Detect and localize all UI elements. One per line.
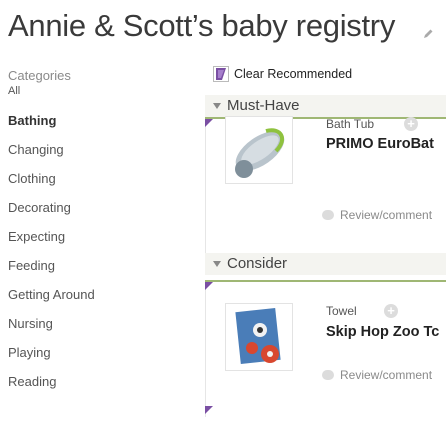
page-title: Annie & Scott’s baby registry	[8, 8, 396, 43]
towel-image	[235, 308, 281, 364]
clear-recommended-button[interactable]: Clear Recommended	[213, 66, 352, 82]
category-item[interactable]: Bathing	[8, 109, 95, 138]
category-item[interactable]: All	[8, 80, 95, 109]
category-item[interactable]: Decorating	[8, 196, 95, 225]
category-item[interactable]: Getting Around	[8, 283, 95, 312]
corner-flag-icon	[205, 119, 213, 127]
category-item[interactable]: Reading	[8, 370, 95, 399]
comment-bubble-icon	[322, 370, 334, 380]
category-item[interactable]: Nursing	[8, 312, 95, 341]
section-divider	[205, 280, 446, 282]
category-item[interactable]: Expecting	[8, 225, 95, 254]
category-list: All Bathing Changing Clothing Decorating Expe…	[8, 80, 95, 399]
bathtub-image	[235, 128, 285, 178]
item-category: Bath Tub	[326, 117, 375, 131]
comment-bubble-icon	[322, 210, 334, 220]
corner-flag-icon	[205, 282, 213, 290]
product-image-bathtub[interactable]	[225, 116, 293, 184]
section-title-label: Consider	[227, 255, 288, 272]
category-item[interactable]: Clothing	[8, 167, 95, 196]
category-item[interactable]: Playing	[8, 341, 95, 370]
item-name[interactable]: PRIMO EuroBat	[326, 136, 434, 152]
category-item[interactable]: Feeding	[8, 254, 95, 283]
add-icon[interactable]: +	[384, 304, 398, 318]
purple-flag-icon	[213, 66, 229, 82]
corner-flag-icon	[205, 406, 213, 414]
review-comment-link[interactable]: Review/comment	[322, 208, 432, 222]
review-label: Review/comment	[340, 208, 433, 222]
section-rule	[205, 284, 206, 417]
section-rule	[205, 118, 206, 258]
add-icon[interactable]: +	[404, 117, 418, 131]
caret-down-icon	[213, 260, 221, 267]
section-consider[interactable]: Consider	[213, 255, 287, 272]
pencil-icon[interactable]	[422, 28, 434, 40]
category-item[interactable]: Changing	[8, 138, 95, 167]
clear-recommended-label: Clear Recommended	[234, 67, 353, 81]
product-image-towel[interactable]	[225, 303, 293, 371]
section-title-label: Must-Have	[227, 97, 300, 114]
section-must-have[interactable]: Must-Have	[213, 97, 300, 114]
review-label: Review/comment	[340, 368, 433, 382]
review-comment-link[interactable]: Review/comment	[322, 368, 432, 382]
item-name[interactable]: Skip Hop Zoo Tc	[326, 324, 439, 340]
item-category: Towel	[326, 304, 357, 318]
caret-down-icon	[213, 102, 221, 109]
